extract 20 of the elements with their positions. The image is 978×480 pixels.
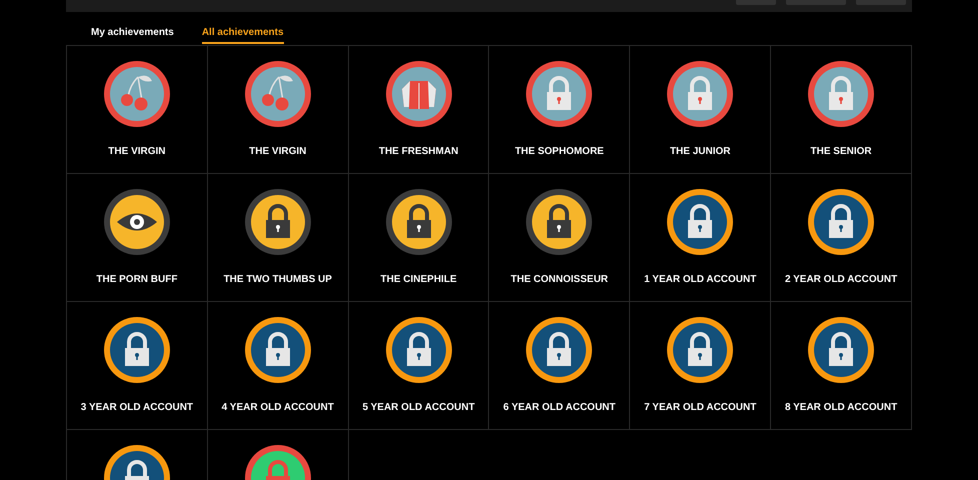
achievement-title: 3 YEAR OLD ACCOUNT xyxy=(80,402,194,413)
achievement-title: THE SOPHOMORE xyxy=(514,146,604,157)
achievement-title: 4 YEAR OLD ACCOUNT xyxy=(222,402,334,413)
achievements-tab[interactable]: My achievements xyxy=(91,26,174,44)
achievement-title: THE CONNOISSEUR xyxy=(510,274,608,285)
achievement-title: THE CINEPHILE xyxy=(380,274,457,285)
achievement-title: 6 YEAR OLD ACCOUNT xyxy=(503,402,616,413)
achievement-title: THE VIRGIN xyxy=(249,146,306,157)
achievement-title: 2 YEAR OLD ACCOUNT xyxy=(784,274,898,285)
achievement-title: THE SENIOR xyxy=(810,146,872,157)
achievement-title: 7 YEAR OLD ACCOUNT xyxy=(644,402,756,413)
achievement-title: THE JUNIOR xyxy=(670,146,731,157)
achievement-title: 8 YEAR OLD ACCOUNT xyxy=(784,402,898,413)
achievement-title: THE VIRGIN xyxy=(108,146,166,157)
achievements-tab[interactable]: All achievements xyxy=(202,26,284,44)
achievement-title: THE FRESHMAN xyxy=(378,146,458,157)
achievement-title: THE PORN BUFF xyxy=(96,274,178,285)
achievement-title: 5 YEAR OLD ACCOUNT xyxy=(362,402,475,413)
achievement-title: 1 YEAR OLD ACCOUNT xyxy=(644,274,756,285)
achievement-title: THE TWO THUMBS UP xyxy=(224,274,332,285)
